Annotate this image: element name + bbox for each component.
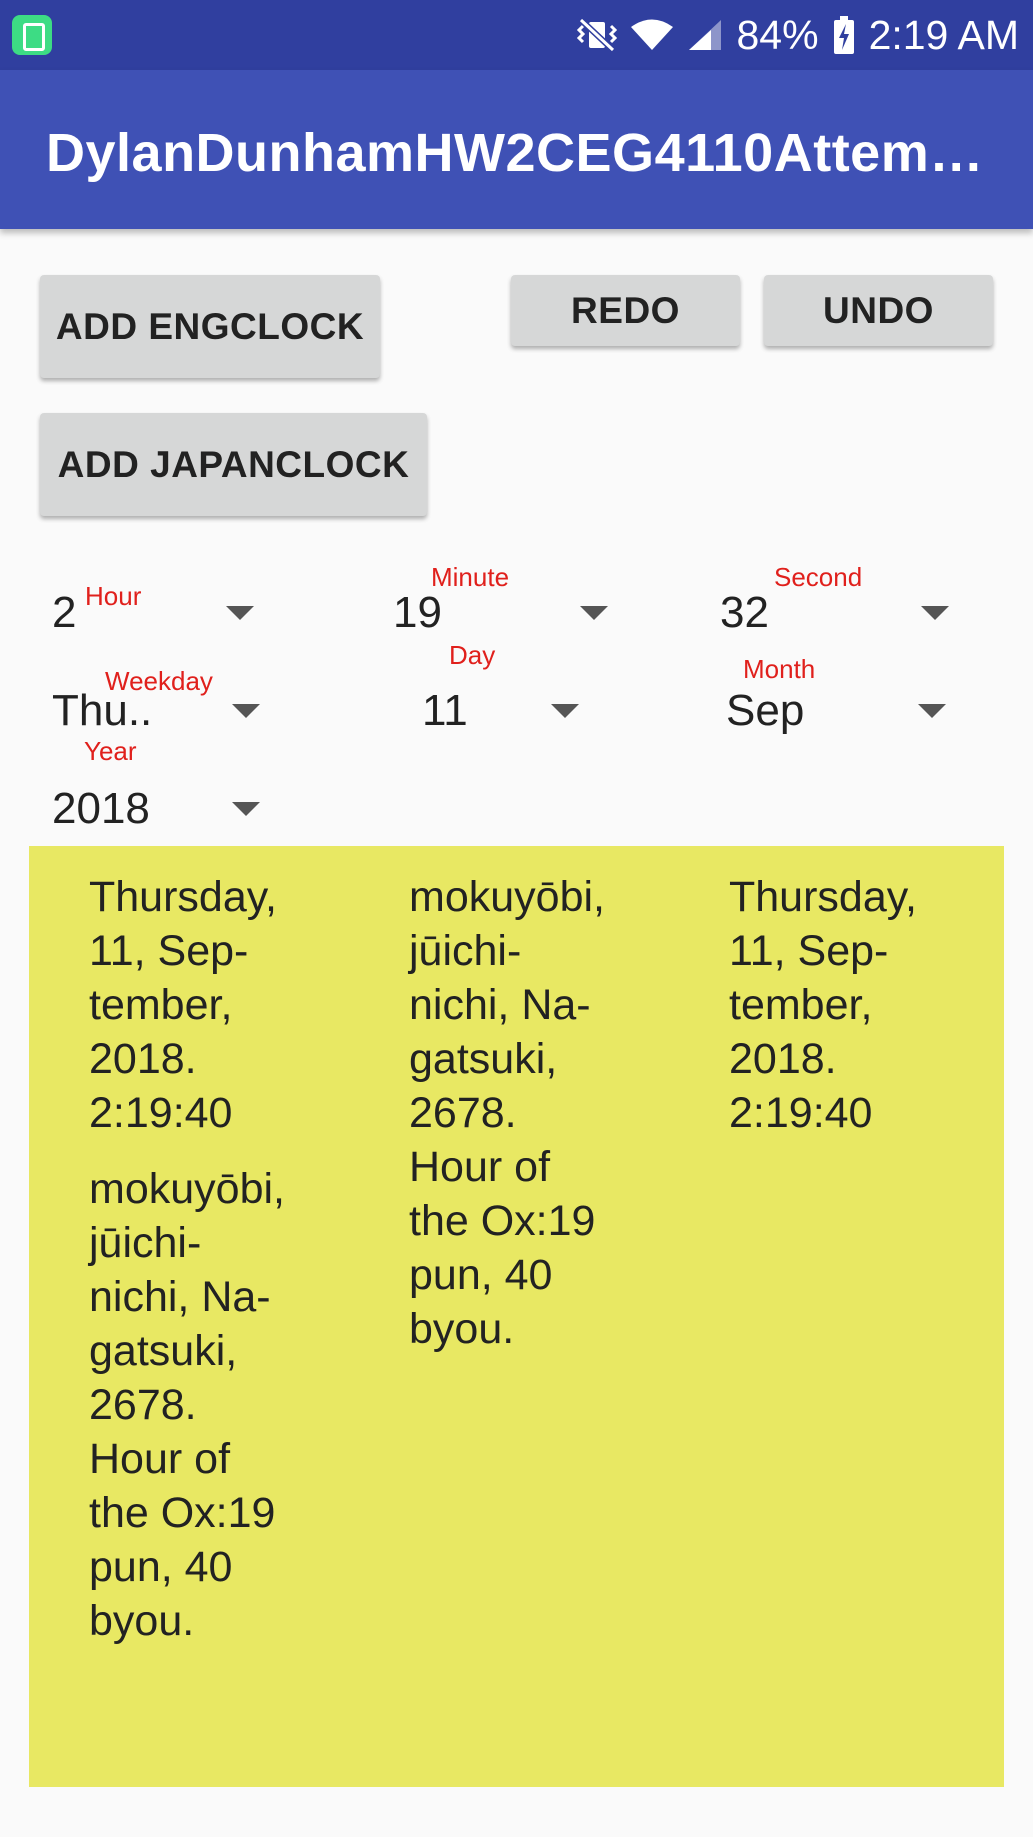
dropdown-arrow-icon [551,704,579,718]
japan-clock-text: mokuyōbi, jūichi- nichi, Na- gatsuki, 26… [89,1165,285,1645]
wifi-icon [630,18,673,52]
month-value: Sep [726,686,805,735]
second-value: 32 [720,588,769,637]
dropdown-arrow-icon [580,606,608,620]
cell-signal-icon [687,18,723,52]
add-japanclock-button[interactable]: ADD JAPANCLOCK [40,413,427,516]
day-label: Day [449,640,496,670]
app-title: DylanDunhamHW2CEG4110Attem… [46,123,984,183]
dropdown-arrow-icon [921,606,949,620]
dropdown-arrow-icon [232,802,260,816]
year-label: Year [84,736,137,766]
app-bar: DylanDunhamHW2CEG4110Attem… [0,70,1033,229]
second-label: Second [774,562,863,592]
undo-button[interactable]: UNDO [764,275,993,346]
vibrate-mute-icon [576,16,617,54]
battery-charging-icon [833,16,855,54]
dropdown-arrow-icon [232,704,260,718]
minute-label: Minute [431,562,510,592]
dropdown-arrow-icon [226,606,254,620]
screenshot-app-icon [12,15,52,55]
clock-time: 2:19 AM [868,11,1019,58]
redo-button[interactable]: REDO [511,275,740,346]
clock-display-panel: Thursday, 11, Sep- tember, 2018. 2:19:40… [29,846,1004,1787]
japan-clock-text: mokuyōbi, jūichi- nichi, Na- gatsuki, 26… [409,873,605,1353]
day-value: 11 [422,686,468,735]
eng-clock-text: Thursday, 11, Sep- tember, 2018. 2:19:40 [729,873,917,1137]
weekday-label: Weekday [105,666,213,696]
year-value: 2018 [52,784,150,833]
minute-value: 19 [393,588,442,637]
hour-value: 2 [52,588,77,637]
month-label: Month [743,654,816,684]
eng-clock-text: Thursday, 11, Sep- tember, 2018. 2:19:40 [89,873,277,1137]
battery-percent: 84% [736,11,819,58]
dropdown-arrow-icon [918,704,946,718]
status-icons: 84% 2:19 AM [576,10,1019,60]
status-bar: 84% 2:19 AM [0,0,1033,70]
hour-label: Hour [85,581,142,611]
add-engclock-button[interactable]: ADD ENGCLOCK [40,275,380,378]
